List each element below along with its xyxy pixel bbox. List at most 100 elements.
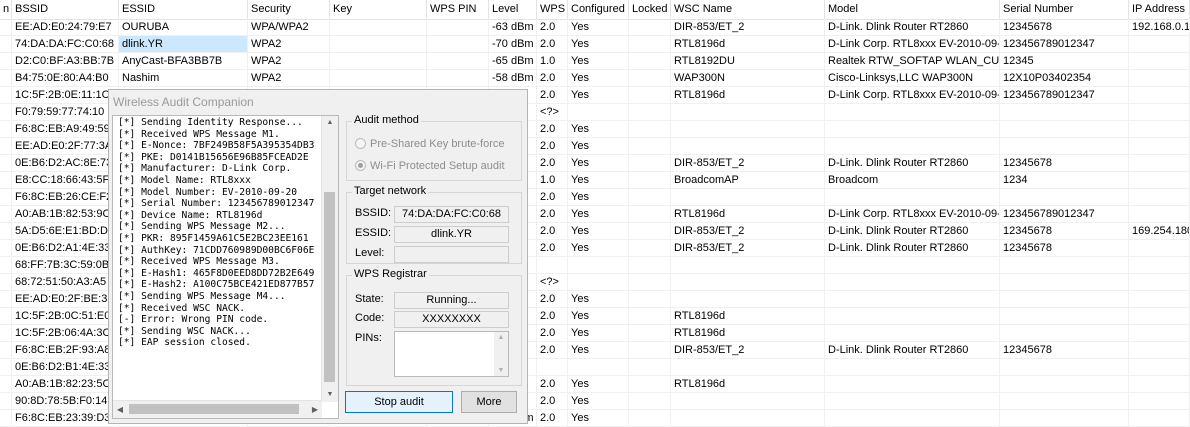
scroll-thumb[interactable]	[324, 192, 335, 382]
cell-locked	[629, 359, 671, 375]
state-field: Running...	[394, 292, 509, 309]
cell-wps: 2.0	[537, 87, 568, 103]
cell-wps	[537, 257, 568, 273]
wps-radio[interactable]: Wi-Fi Protected Setup audit	[355, 159, 505, 173]
table-header: n BSSID ESSID Security Key WPS PIN Level WPS Con…	[0, 0, 1190, 20]
header-col-wps[interactable]: WPS	[537, 0, 568, 19]
log-line: [*] Sending WPS Message M4...	[118, 290, 286, 302]
cell-ip-address	[1129, 308, 1190, 324]
cell-configured: Yes	[568, 70, 629, 86]
pins-list[interactable]: ▲ ▼	[394, 331, 509, 377]
cell-bssid: 90:8D:78:5B:F0:14	[12, 393, 119, 409]
cell-level: -63 dBm	[489, 19, 537, 35]
cell-serial-number: 12345678	[1000, 240, 1129, 256]
cell-locked	[629, 308, 671, 324]
cell-locked	[629, 240, 671, 256]
pins-scroll-up-icon[interactable]: ▲	[494, 334, 508, 341]
audit-method-title: Audit method	[352, 114, 421, 126]
log-line: [*] Received WPS Message M1.	[118, 128, 280, 140]
cell-model: D-Link. Dlink Router RT2860	[825, 19, 1000, 35]
log-line: [*] Sending WPS Message M2...	[118, 221, 286, 233]
cell-wsc-name	[671, 189, 825, 205]
scroll-down-icon[interactable]: ▼	[322, 388, 338, 402]
cell-model	[825, 376, 1000, 392]
cell-locked	[629, 376, 671, 392]
pins-scrollbar[interactable]: ▲ ▼	[494, 332, 508, 376]
log-output[interactable]: [*] Sending Identity Response... [*] Rece…	[112, 115, 339, 419]
cell-configured: Yes	[568, 240, 629, 256]
table-row[interactable]: B4:75:0E:80:A4:B0 Nashim WPA2 -58 dBm 2.0 Yes…	[0, 70, 1190, 87]
cell-serial-number	[1000, 308, 1129, 324]
cell-wps	[537, 359, 568, 375]
psk-radio[interactable]: Pre-Shared Key brute-force	[355, 137, 505, 151]
dialog-title: Wireless Audit Companion	[113, 95, 254, 109]
table-row[interactable]: EE:AD:E0:24:79:E7 OURUBA WPA/WPA2 -63 dBm 2.…	[0, 19, 1190, 36]
cell-wsc-name: RTL8196d	[671, 308, 825, 324]
cell-serial-number	[1000, 104, 1129, 120]
header-col-key[interactable]: Key	[330, 0, 427, 19]
header-col-model[interactable]: Model	[825, 0, 1000, 19]
cell-locked	[629, 274, 671, 290]
cell-serial-number	[1000, 274, 1129, 290]
log-horizontal-scrollbar[interactable]: ◀ ▶	[113, 400, 322, 418]
bssid-field: 74:DA:DA:FC:C0:68	[394, 206, 509, 223]
header-col-locked[interactable]: Locked	[629, 0, 671, 19]
cell-ip-address	[1129, 138, 1190, 154]
cell-wps-pin	[427, 70, 489, 86]
cell-ip-address	[1129, 155, 1190, 171]
header-col-configured[interactable]: Configured	[568, 0, 629, 19]
header-col-n[interactable]: n	[0, 0, 12, 19]
cell-wsc-name	[671, 274, 825, 290]
cell-configured: Yes	[568, 189, 629, 205]
cell-serial-number: 12345	[1000, 53, 1129, 69]
table-row[interactable]: D2:C0:BF:A3:BB:7B AnyCast-BFA3BB7B WPA2 -65…	[0, 53, 1190, 70]
cell-locked	[629, 325, 671, 341]
cell-ip-address	[1129, 36, 1190, 52]
cell-n	[0, 70, 12, 86]
cell-bssid: 74:DA:DA:FC:C0:68	[12, 36, 119, 52]
cell-wsc-name	[671, 138, 825, 154]
cell-wps: 2.0	[537, 376, 568, 392]
table-row[interactable]: 74:DA:DA:FC:C0:68 dlink.YR WPA2 -70 dBm 2.0 Y…	[0, 36, 1190, 53]
cell-n	[0, 172, 12, 188]
cell-serial-number	[1000, 291, 1129, 307]
cell-model	[825, 121, 1000, 137]
cell-configured: Yes	[568, 342, 629, 358]
cell-wsc-name: DIR-853/ET_2	[671, 223, 825, 239]
cell-serial-number: 12X10P03402354	[1000, 70, 1129, 86]
header-col-wps-pin[interactable]: WPS PIN	[427, 0, 489, 19]
log-line: [*] Model Name: RTL8xxx	[118, 174, 251, 186]
cell-ip-address	[1129, 291, 1190, 307]
audit-method-group: Audit method Pre-Shared Key brute-force …	[346, 114, 522, 181]
header-col-level[interactable]: Level	[489, 0, 537, 19]
cell-ip-address	[1129, 342, 1190, 358]
cell-model	[825, 104, 1000, 120]
cell-wsc-name	[671, 257, 825, 273]
log-vertical-scrollbar[interactable]: ▲ ▼	[321, 116, 338, 402]
cell-wsc-name: DIR-853/ET_2	[671, 240, 825, 256]
scroll-right-icon[interactable]: ▶	[308, 401, 322, 418]
cell-bssid: 0E:B6:D2:AC:8E:73	[12, 155, 119, 171]
header-col-ip-address[interactable]: IP Address	[1129, 0, 1190, 19]
cell-configured: Yes	[568, 36, 629, 52]
header-col-security[interactable]: Security	[248, 0, 330, 19]
scroll-left-icon[interactable]: ◀	[113, 401, 127, 418]
cell-wps: <?>	[537, 274, 568, 290]
scroll-up-icon[interactable]: ▲	[322, 116, 338, 130]
log-line: [*] PKR: 895F1459A61C5E2BC23EE161	[118, 232, 309, 244]
stop-audit-button[interactable]: Stop audit	[345, 391, 453, 413]
cell-model	[825, 138, 1000, 154]
scroll-thumb-horizontal[interactable]	[129, 404, 299, 414]
cell-locked	[629, 189, 671, 205]
cell-model: D-Link. Dlink Router RT2860	[825, 223, 1000, 239]
header-col-essid[interactable]: ESSID	[119, 0, 248, 19]
pins-scroll-down-icon[interactable]: ▼	[494, 367, 508, 374]
header-col-bssid[interactable]: BSSID	[12, 0, 119, 19]
header-col-wsc-name[interactable]: WSC Name	[671, 0, 825, 19]
log-lines: [*] Sending Identity Response... [*] Rece…	[118, 117, 325, 349]
more-button[interactable]: More	[461, 391, 517, 413]
header-col-serial-number[interactable]: Serial Number	[1000, 0, 1129, 19]
cell-serial-number: 12345678	[1000, 19, 1129, 35]
cell-configured: Yes	[568, 308, 629, 324]
audit-dialog: Wireless Audit Companion [*] Sending Ide…	[108, 89, 528, 424]
